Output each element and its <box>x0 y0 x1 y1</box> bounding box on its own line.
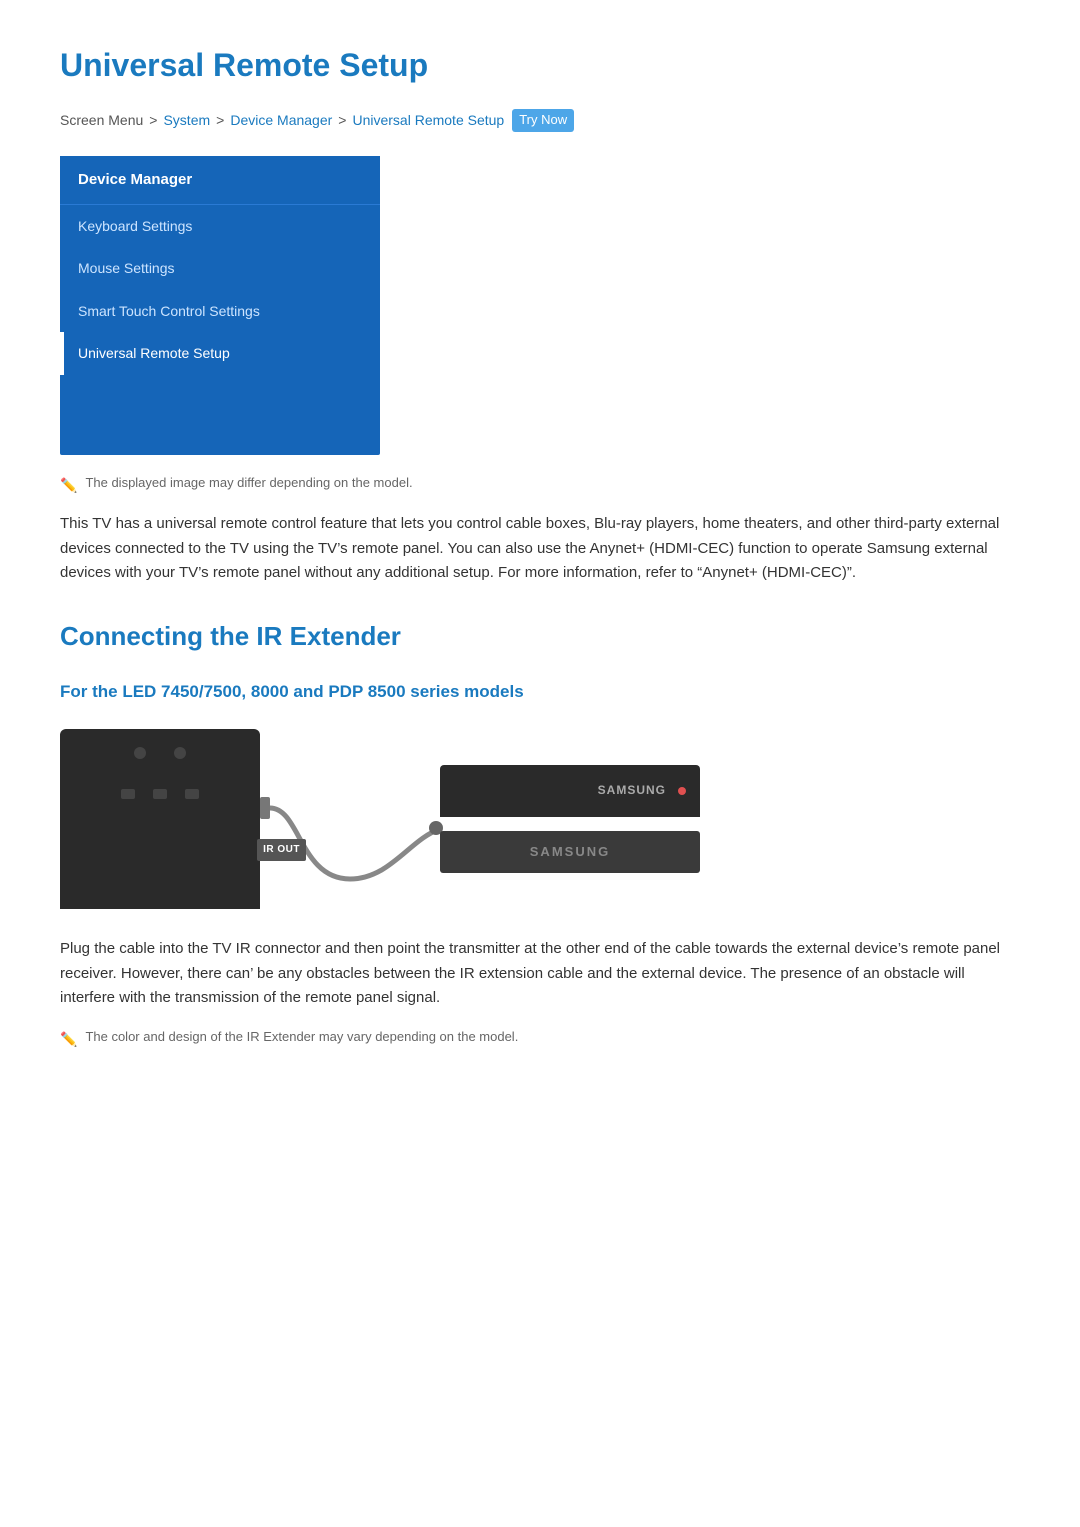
breadcrumb-universal-remote[interactable]: Universal Remote Setup <box>352 109 504 131</box>
tv-vent-2 <box>174 747 186 759</box>
ir-out-container: IR OUT <box>257 839 306 861</box>
menu-item-mouse[interactable]: Mouse Settings <box>60 247 380 289</box>
device-brand-top: SAMSUNG <box>598 781 666 800</box>
pencil-icon: ✏️ <box>60 474 77 496</box>
menu-item-smart-touch[interactable]: Smart Touch Control Settings <box>60 290 380 332</box>
breadcrumb-device-manager[interactable]: Device Manager <box>230 109 332 131</box>
note-1-text: The displayed image may differ depending… <box>85 473 412 494</box>
external-devices: SAMSUNG SAMSUNG <box>440 765 700 873</box>
note-2-text: The color and design of the IR Extender … <box>85 1027 518 1048</box>
device-manager-menu: Device Manager Keyboard Settings Mouse S… <box>60 156 380 455</box>
breadcrumb: Screen Menu > System > Device Manager > … <box>60 109 1020 132</box>
breadcrumb-screen-menu: Screen Menu <box>60 109 143 131</box>
note-2: ✏️ The color and design of the IR Extend… <box>60 1027 1020 1050</box>
device-top: SAMSUNG <box>440 765 700 817</box>
tv-vent-1 <box>134 747 146 759</box>
ir-cable-svg <box>260 739 440 899</box>
sub-heading-models: For the LED 7450/7500, 8000 and PDP 8500… <box>60 678 1020 705</box>
tv-back-panel: IR OUT <box>60 729 260 909</box>
ir-out-label: IR OUT <box>257 839 306 861</box>
tv-port-1 <box>121 789 135 799</box>
body-text-lower: Plug the cable into the TV IR connector … <box>60 937 1020 1011</box>
menu-item-keyboard[interactable]: Keyboard Settings <box>60 205 380 247</box>
device-led <box>678 787 686 795</box>
tv-port-2 <box>153 789 167 799</box>
menu-header: Device Manager <box>60 156 380 205</box>
breadcrumb-sep-3: > <box>338 109 346 131</box>
device-brand-bottom: SAMSUNG <box>530 842 610 863</box>
pencil-icon-2: ✏️ <box>60 1028 77 1050</box>
try-now-badge[interactable]: Try Now <box>512 109 574 132</box>
tv-port-3 <box>185 789 199 799</box>
breadcrumb-sep-2: > <box>216 109 224 131</box>
section-heading-ir: Connecting the IR Extender <box>60 616 1020 658</box>
breadcrumb-sep-1: > <box>149 109 157 131</box>
tv-vents-top <box>134 747 186 759</box>
menu-item-universal-remote[interactable]: Universal Remote Setup <box>60 332 380 374</box>
device-bottom: SAMSUNG <box>440 831 700 873</box>
note-1: ✏️ The displayed image may differ depend… <box>60 473 1020 496</box>
ir-diagram: IR OUT SAMSUNG SAMSUNG <box>60 729 1020 909</box>
tv-ports-row <box>121 789 199 799</box>
page-title: Universal Remote Setup <box>60 40 1020 91</box>
breadcrumb-system[interactable]: System <box>163 109 210 131</box>
body-text-main: This TV has a universal remote control f… <box>60 512 1020 586</box>
